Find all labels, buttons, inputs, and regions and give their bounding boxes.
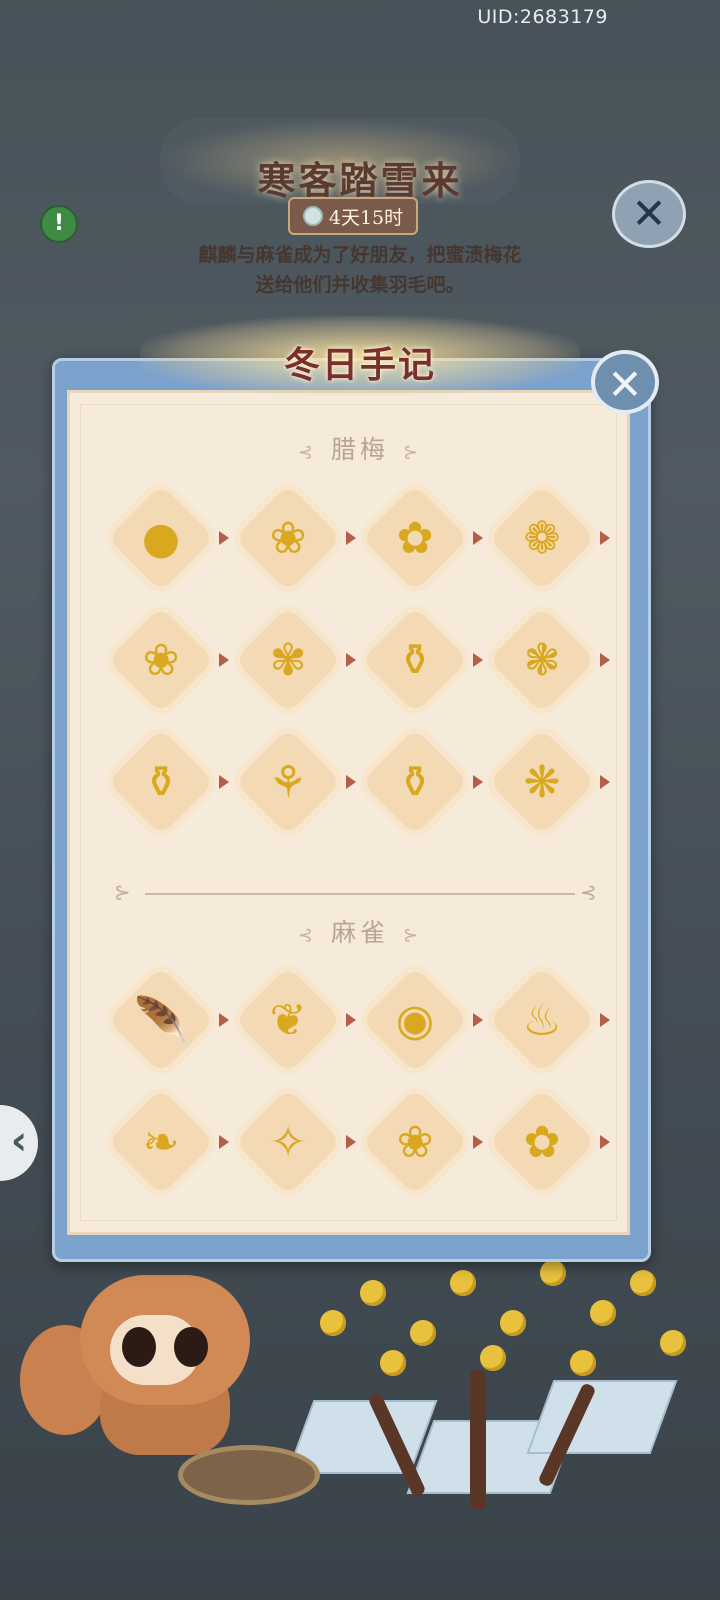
wintersweet-buds-item[interactable]: ❀ — [234, 484, 342, 592]
sparrow-flying-item[interactable]: ❧ — [107, 1088, 215, 1196]
timer-text: 4天15时 — [328, 206, 404, 229]
sparrow-resting-icon: ◉ — [395, 994, 435, 1046]
divider-ornament-right-icon: ⊰ — [580, 880, 597, 904]
sparrow-on-branch-item[interactable]: ❀ — [361, 1088, 469, 1196]
progression-arrow-icon — [600, 1135, 610, 1149]
lily-vase-item[interactable]: ⚘ — [234, 728, 342, 836]
black-vase-icon: ⚱ — [396, 634, 434, 686]
feathers-pair-item[interactable]: ❦ — [234, 966, 342, 1074]
wintersweet-bunch-icon: ✾ — [269, 634, 307, 686]
sparrow-wings-open-icon: ✧ — [269, 1116, 307, 1168]
event-timer: 4天15时 — [288, 197, 418, 235]
food-bowl[interactable] — [178, 1445, 320, 1505]
progression-arrow-icon — [473, 1135, 483, 1149]
event-description-line-2: 送给他们并收集羽毛吧。 — [255, 274, 465, 296]
bonsai-pot-icon: ❃ — [523, 634, 561, 686]
feather-item[interactable]: 🪶 — [107, 966, 215, 1074]
black-vase-item[interactable]: ⚱ — [361, 606, 469, 714]
progression-arrow-icon — [219, 653, 229, 667]
progression-arrow-icon — [346, 775, 356, 789]
progression-arrow-icon — [600, 1013, 610, 1027]
sparrow-with-blossoms-icon: ✿ — [523, 1116, 561, 1168]
section-title-wintersweet: 腊梅 — [330, 435, 389, 464]
sparrow-standing-item[interactable]: ♨ — [488, 966, 596, 1074]
info-icon[interactable]: ! — [40, 205, 78, 243]
clock-icon — [302, 206, 323, 226]
progression-arrow-icon — [346, 1135, 356, 1149]
section-header-wintersweet: ⊰ 腊梅 ⊱ — [0, 430, 720, 466]
wintersweet-bunch-item[interactable]: ✾ — [234, 606, 342, 714]
sparrow-resting-item[interactable]: ◉ — [361, 966, 469, 1074]
wintersweet-twig-item[interactable]: ❁ — [488, 484, 596, 592]
divider-ornament-left-icon: ⊱ — [114, 880, 131, 904]
wintersweet-flower-icon: ✿ — [396, 512, 434, 564]
flower-round-vase-icon: ⚱ — [142, 756, 180, 808]
ornament-icon: ⊰ — [297, 442, 317, 463]
feather-icon: 🪶 — [133, 995, 189, 1046]
progression-arrow-icon — [346, 653, 356, 667]
wintersweet-bud-item[interactable]: ● — [107, 484, 215, 592]
user-id-label: UID:2683179 — [477, 6, 608, 28]
grand-vase-item[interactable]: ❋ — [488, 728, 596, 836]
ornament-icon: ⊱ — [403, 925, 423, 946]
ornament-icon: ⊰ — [297, 925, 317, 946]
bonsai-pot-item[interactable]: ❃ — [488, 606, 596, 714]
wintersweet-branch-icon: ❀ — [142, 634, 180, 686]
progression-arrow-icon — [600, 531, 610, 545]
progression-arrow-icon — [219, 1013, 229, 1027]
section-divider — [145, 893, 575, 895]
progression-arrow-icon — [600, 775, 610, 789]
progression-arrow-icon — [473, 653, 483, 667]
flower-round-vase-item[interactable]: ⚱ — [107, 728, 215, 836]
section-header-sparrow: ⊰ 麻雀 ⊱ — [0, 913, 720, 949]
wintersweet-bud-icon: ● — [141, 512, 181, 564]
qilin-cat-character[interactable] — [20, 1265, 260, 1460]
progression-arrow-icon — [600, 653, 610, 667]
striped-vase-icon: ⚱ — [396, 756, 434, 808]
sparrow-wings-open-item[interactable]: ✧ — [234, 1088, 342, 1196]
section-title-sparrow: 麻雀 — [330, 918, 389, 947]
ornament-icon: ⊱ — [403, 442, 423, 463]
progression-arrow-icon — [473, 531, 483, 545]
sparrow-standing-icon: ♨ — [522, 994, 562, 1046]
grand-vase-icon: ❋ — [523, 756, 561, 808]
event-description: 麒麟与麻雀成为了好朋友，把蜜渍梅花 送给他们并收集羽毛吧。 — [0, 240, 720, 300]
lily-vase-icon: ⚘ — [268, 756, 308, 808]
progression-arrow-icon — [473, 1013, 483, 1027]
progression-arrow-icon — [346, 1013, 356, 1027]
wintersweet-buds-icon: ❀ — [269, 512, 307, 564]
sparrow-flying-icon: ❧ — [142, 1116, 180, 1168]
progression-arrow-icon — [219, 531, 229, 545]
wintersweet-branch-item[interactable]: ❀ — [107, 606, 215, 714]
event-description-line-1: 麒麟与麻雀成为了好朋友，把蜜渍梅花 — [198, 244, 522, 266]
progression-arrow-icon — [473, 775, 483, 789]
progression-arrow-icon — [346, 531, 356, 545]
feathers-pair-icon: ❦ — [269, 994, 307, 1046]
sparrow-on-branch-icon: ❀ — [396, 1116, 434, 1168]
event-close-button[interactable]: ✕ — [612, 180, 686, 248]
striped-vase-item[interactable]: ⚱ — [361, 728, 469, 836]
sparrow-with-blossoms-item[interactable]: ✿ — [488, 1088, 596, 1196]
wintersweet-twig-icon: ❁ — [523, 512, 561, 564]
wintersweet-tree-decoration — [300, 1250, 700, 1510]
progression-arrow-icon — [219, 1135, 229, 1149]
progression-arrow-icon — [219, 775, 229, 789]
modal-close-button[interactable]: ✕ — [591, 350, 659, 414]
wintersweet-flower-item[interactable]: ✿ — [361, 484, 469, 592]
